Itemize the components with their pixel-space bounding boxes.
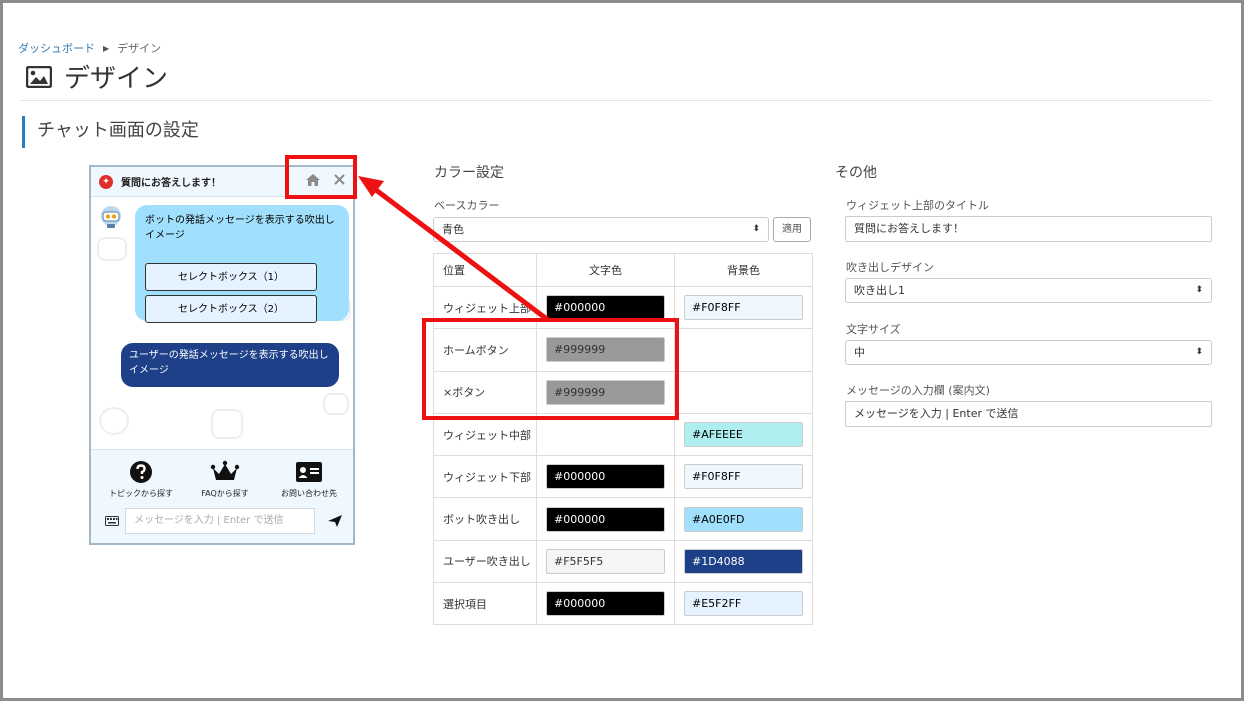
breadcrumb-dashboard-link[interactable]: ダッシュボード [18, 40, 95, 56]
breadcrumb: ダッシュボード ▶ デザイン [18, 40, 161, 56]
column-header-text-color: 文字色 [536, 253, 675, 287]
chat-widget-preview: ✦ 質問にお答えします！ ボットの発話メッセージを表示する吹出しイメージ セレク… [89, 165, 355, 545]
nav-contact[interactable]: お問い合わせ先 [269, 460, 349, 499]
row-position: ユーザー吹き出し [433, 539, 537, 584]
row-position: 選択項目 [433, 582, 537, 626]
table-row: ユーザー吹き出し #F5F5F5 #1D4088 [433, 539, 813, 584]
color-settings-heading: カラー設定 [434, 165, 504, 181]
send-icon[interactable] [327, 514, 343, 528]
empty-cell [674, 370, 813, 414]
widget-footer: トピックから探す FAQから探す お問い合わせ先 メッセージを入力 | Ente… [91, 449, 353, 543]
option-button-2[interactable]: セレクトボックス（2） [145, 295, 317, 323]
user-message-bubble: ユーザーの発話メッセージを表示する吹出しイメージ [121, 343, 339, 387]
column-header-bg-color: 背景色 [674, 253, 813, 287]
user-message-text: ユーザーの発話メッセージを表示する吹出しイメージ [129, 350, 329, 376]
apply-button[interactable]: 適用 [773, 217, 811, 242]
base-color-value: 青色 [442, 223, 464, 236]
select-arrows-icon: ⬍ [1195, 347, 1203, 357]
row-position: ボット吹き出し [433, 497, 537, 541]
text-color-input[interactable]: #000000 [546, 295, 665, 321]
color-table-header: 位置 文字色 背景色 [433, 253, 813, 287]
divider [20, 100, 1212, 101]
widget-title-input[interactable]: 質問にお答えします！ [845, 216, 1212, 242]
widget-title: 質問にお答えします！ [121, 178, 221, 189]
bg-color-input[interactable]: #1D4088 [684, 548, 803, 574]
bot-message-bubble: ボットの発話メッセージを表示する吹出しイメージ セレクトボックス（1） セレクト… [135, 205, 349, 323]
bot-message-text: ボットの発話メッセージを表示する吹出しイメージ [145, 215, 335, 241]
widget-logo-icon: ✦ [99, 174, 113, 189]
bg-color-input[interactable]: #F0F8FF [684, 464, 803, 490]
nav-topic-label: トピックから探す [109, 489, 173, 498]
base-color-select[interactable]: 青色 ⬍ [433, 217, 769, 242]
question-circle-icon [130, 461, 152, 483]
row-position: ウィジェット下部 [433, 455, 537, 499]
table-row: ウィジェット下部 #000000 #F0F8FF [433, 455, 813, 499]
annotation-highlight-widget-buttons [285, 155, 357, 199]
background-bubble-decoration [323, 393, 349, 415]
page-title: デザイン [26, 58, 168, 95]
bg-color-input[interactable]: #E5F2FF [684, 591, 803, 617]
other-settings-heading: その他 [835, 165, 877, 181]
font-size-value: 中 [854, 346, 865, 359]
text-color-input[interactable]: #000000 [546, 591, 665, 617]
bg-color-input[interactable]: #A0E0FD [684, 506, 803, 532]
text-color-input[interactable]: #000000 [546, 506, 665, 532]
nav-contact-label: お問い合わせ先 [281, 489, 337, 498]
background-bubble-decoration [97, 237, 127, 261]
background-bubble-decoration [211, 409, 243, 439]
table-row: 選択項目 #000000 #E5F2FF [433, 582, 813, 626]
contact-card-icon [296, 462, 322, 482]
text-color-input[interactable]: #000000 [546, 464, 665, 490]
section-title: チャット画面の設定 [22, 116, 199, 148]
page-title-text: デザイン [64, 64, 169, 94]
option-button-1[interactable]: セレクトボックス（1） [145, 263, 317, 291]
bubble-design-label: 吹き出しデザイン [846, 261, 934, 274]
nav-faq-label: FAQから探す [201, 489, 249, 498]
annotation-highlight-button-colors [422, 318, 679, 420]
color-table: 位置 文字色 背景色 ウィジェット上部 #000000 #F0F8FF ホームボ… [433, 253, 813, 626]
font-size-label: 文字サイズ [846, 323, 901, 336]
base-color-label: ベースカラー [434, 199, 500, 212]
widget-input-row: メッセージを入力 | Enter で送信 [105, 508, 345, 534]
widget-title-label: ウィジェット上部のタイトル [846, 199, 989, 212]
widget-message-area: ボットの発話メッセージを表示する吹出しイメージ セレクトボックス（1） セレクト… [91, 197, 353, 449]
bg-color-input[interactable]: #AFEEEE [684, 422, 803, 448]
table-row: ボット吹き出し #000000 #A0E0FD [433, 497, 813, 541]
input-placeholder-label: メッセージの入力欄 (案内文) [846, 384, 990, 397]
text-color-input[interactable]: #F5F5F5 [546, 548, 665, 574]
crown-icon [210, 460, 240, 480]
keyboard-icon[interactable] [105, 516, 119, 526]
font-size-select[interactable]: 中 ⬍ [845, 340, 1212, 365]
widget-message-input[interactable]: メッセージを入力 | Enter で送信 [125, 508, 315, 534]
select-arrows-icon: ⬍ [1195, 285, 1203, 295]
select-arrows-icon: ⬍ [752, 224, 760, 234]
breadcrumb-current: デザイン [117, 42, 162, 55]
image-icon [26, 65, 52, 88]
bg-color-input[interactable]: #F0F8FF [684, 295, 803, 321]
empty-cell [674, 328, 813, 372]
robot-avatar-icon [101, 206, 121, 228]
input-placeholder-input[interactable]: メッセージを入力 | Enter で送信 [845, 401, 1212, 427]
bubble-design-value: 吹き出し1 [854, 284, 905, 297]
column-header-position: 位置 [433, 253, 537, 287]
breadcrumb-separator-icon: ▶ [103, 43, 110, 53]
nav-topic[interactable]: トピックから探す [101, 460, 181, 499]
nav-faq[interactable]: FAQから探す [185, 460, 265, 499]
background-bubble-decoration [99, 407, 129, 435]
bubble-design-select[interactable]: 吹き出し1 ⬍ [845, 278, 1212, 303]
